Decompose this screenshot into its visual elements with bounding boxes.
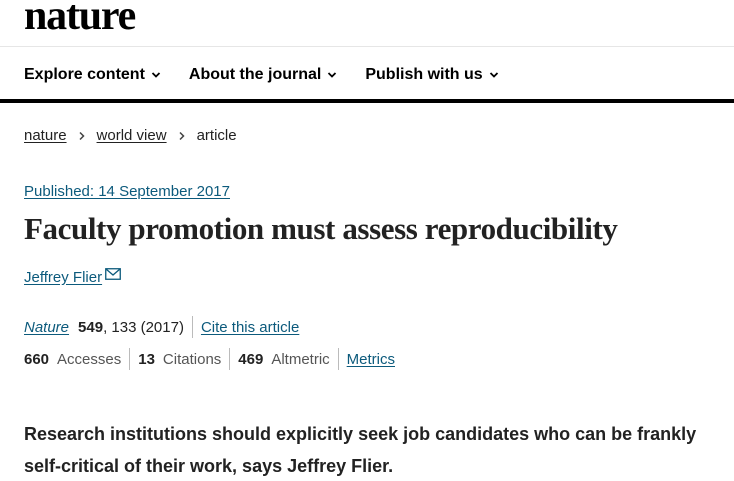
chevron-down-icon [151,72,161,78]
nature-logo[interactable]: nature [24,0,136,38]
breadcrumb-world-view[interactable]: world view [97,127,167,144]
header-divider [0,46,734,47]
accesses-label: Accesses [57,350,122,368]
nav-publish-with-us[interactable]: Publish with us [365,64,498,86]
nav-item-label: About the journal [188,66,322,83]
email-icon[interactable] [105,267,121,280]
metrics-link[interactable]: Metrics [347,351,395,368]
breadcrumb-current: article [196,127,237,144]
article-title: Faculty promotion must assess reproducib… [24,211,618,246]
citations-label: Citations [162,350,222,368]
published-date[interactable]: Published: 14 September 2017 [24,183,230,200]
citation-line: Nature 549 , 133 (2017) Cite this articl… [24,316,299,338]
author-line: Jeffrey Flier [24,267,121,286]
divider [191,316,193,338]
chevron-right-icon [79,131,85,140]
citations-count: 13 [138,350,155,368]
nav-item-label: Publish with us [365,66,483,83]
breadcrumb: nature world view article [24,127,237,144]
author-link[interactable]: Jeffrey Flier [24,269,102,286]
article-metrics: 660 Accesses 13 Citations 469 Altmetric … [24,348,395,370]
nav-item-label: Explore content [24,66,145,83]
main-nav: Explore content About the journal Publis… [24,64,499,86]
divider [337,348,339,370]
divider [129,348,131,370]
breadcrumb-nature[interactable]: nature [24,127,67,144]
altmetric-score: 469 [238,350,264,368]
cite-this-article-link[interactable]: Cite this article [201,319,299,336]
chevron-down-icon [328,72,337,78]
chevron-right-icon [179,131,185,140]
pages-year: , 133 (2017) [103,318,184,336]
divider [229,348,231,370]
nav-about-journal[interactable]: About the journal [189,64,337,86]
altmetric-label: Altmetric [271,350,330,368]
journal-link[interactable]: Nature [24,319,69,336]
volume-number: 549 [78,318,104,336]
chevron-down-icon [489,72,498,78]
nav-bottom-bar [0,99,734,103]
nav-explore-content[interactable]: Explore content [24,64,161,86]
accesses-count: 660 [24,350,50,368]
article-standfirst: Research institutions should explicitly … [24,424,697,476]
